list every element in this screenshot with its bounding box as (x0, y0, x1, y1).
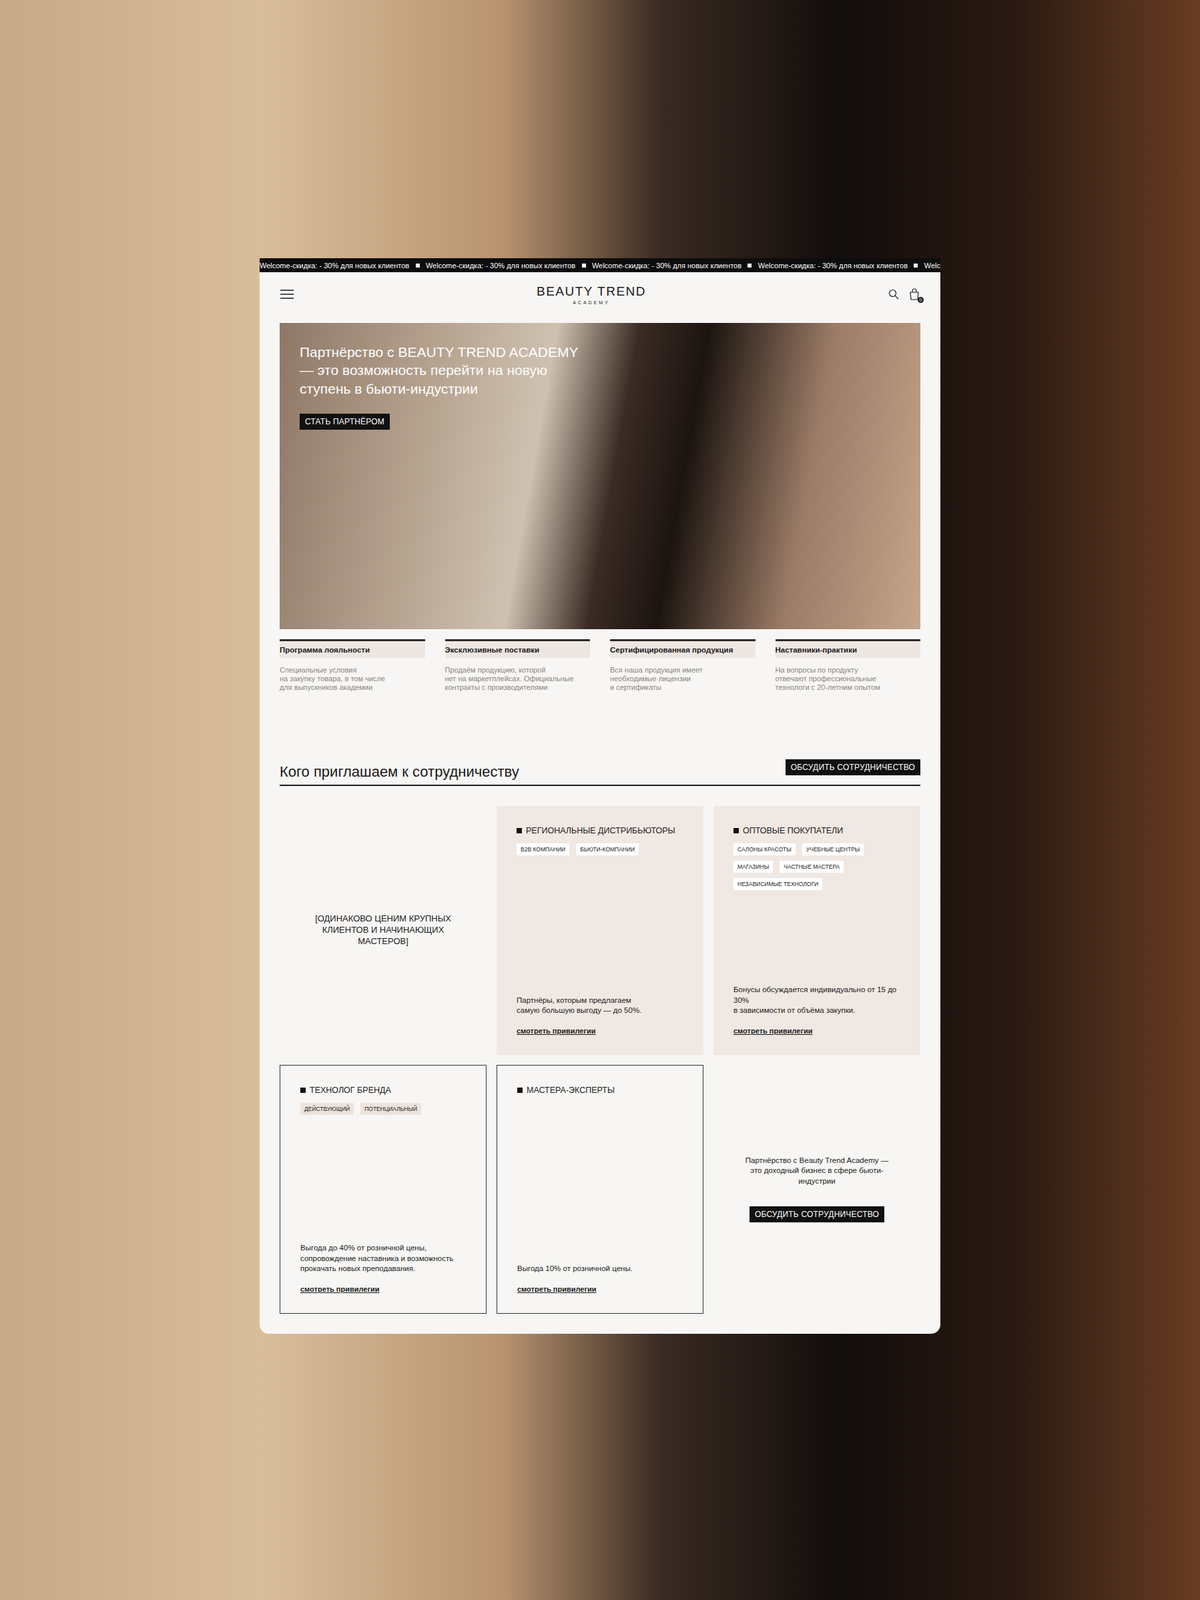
statement-text: [ОДИНАКОВО ЦЕНИМ КРУПНЫХ КЛИЕНТОВ И НАЧИ… (299, 913, 467, 948)
separator-square (747, 263, 752, 268)
tag: МАГАЗИНЫ (733, 860, 773, 873)
square-bullet-icon (300, 1087, 306, 1094)
site-header: BEAUTY TRENDACADEMY 0 (259, 272, 941, 317)
feature-item: Эксклюзивные поставки Продаём продукцию, … (445, 639, 591, 693)
promo-text: Welcome-скидка: - 30% для новых клиентов (591, 261, 742, 270)
separator-square (415, 263, 420, 268)
tag: БЬЮТИ-КОМПАНИИ (575, 843, 639, 856)
tag-list: САЛОНЫ КРАСОТЫ УЧЕБНЫЕ ЦЕНТРЫ МАГАЗИНЫ ЧАСТ… (733, 843, 901, 891)
spacer (733, 890, 901, 986)
search-icon[interactable] (888, 288, 899, 300)
partner-description: Бонусы обсуждается индивидуально от 15 д… (733, 985, 901, 1017)
partner-title: МАСТЕРА-ЭКСПЕРТЫ (517, 1085, 683, 1096)
privileges-link[interactable]: смотреть привилегии (516, 1027, 684, 1036)
hero-title: Партнёрство с BEAUTY TREND ACADEMY — это… (299, 343, 901, 398)
partner-title-text: ТЕХНОЛОГ БРЕНДА (309, 1085, 392, 1096)
promo-text: Welcome-скидка: - 30% для новых клиентов (425, 261, 576, 270)
partner-title-text: РЕГИОНАЛЬНЫЕ ДИСТРИБЬЮТОРЫ (525, 826, 676, 836)
tag: УЧЕБНЫЕ ЦЕНТРЫ (802, 843, 865, 856)
partner-title: РЕГИОНАЛЬНЫЕ ДИСТРИБЬЮТОРЫ (516, 826, 684, 836)
square-bullet-icon (517, 1087, 523, 1094)
features-row: Программа лояльности Специальные условия … (279, 639, 921, 693)
logo-subtext[interactable]: ACADEMY (572, 300, 611, 306)
tag-list: B2B КОМПАНИИ БЬЮТИ-КОМПАНИИ (516, 843, 684, 856)
section-title: Кого приглашаем к сотрудничеству (279, 763, 520, 781)
square-bullet-icon (733, 828, 739, 834)
logo-text[interactable]: BEAUTY TREND (536, 284, 647, 299)
tag: ДЕЙСТВУЮЩИЙ (300, 1103, 354, 1116)
promo-marquee: Welcome-скидка: - 30% для новых клиентов… (259, 258, 941, 273)
partner-description: Выгода 10% от розничной цены. (517, 1264, 683, 1275)
tag: САЛОНЫ КРАСОТЫ (733, 843, 796, 856)
cart-count: 0 (917, 296, 924, 304)
partner-card: Партнёрство с Beauty Trend Academy — это… (713, 1065, 921, 1315)
feature-title: Наставники-практики (775, 641, 922, 659)
promo-text: Welcome-скидка: - 30% для новых клиентов (259, 261, 410, 270)
header-actions: 0 (888, 288, 921, 301)
partner-description: Выгода до 40% от розничной цены, сопрово… (300, 1243, 466, 1275)
section-header: Кого приглашаем к сотрудничеству ОБСУДИТЬ… (279, 759, 921, 787)
partner-card: МАСТЕРА-ЭКСПЕРТЫ Выгода 10% от розничной … (496, 1065, 704, 1315)
square-bullet-icon (516, 828, 522, 834)
logo[interactable]: BEAUTY TRENDACADEMY (536, 284, 647, 306)
tag: НЕЗАВИСИМЫЕ ТЕХНОЛОГИ (733, 878, 823, 891)
partner-title-text: МАСТЕРА-ЭКСПЕРТЫ (526, 1085, 615, 1096)
become-partner-button[interactable]: СТАТЬ ПАРТНЁРОМ (299, 413, 390, 430)
partner-title: ОПТОВЫЕ ПОКУПАТЕЛИ (733, 826, 901, 836)
page: Welcome-скидка: - 30% для новых клиентов… (259, 258, 941, 1335)
tag: B2B КОМПАНИИ (516, 843, 570, 856)
feature-description: Специальные условия на закупку товара, в… (279, 666, 426, 693)
tag: ПОТЕНЦИАЛЬНЫЙ (360, 1103, 422, 1116)
feature-title: Сертифицированная продукция (610, 641, 756, 659)
promo-text: Welcome-скидка: - 30% для новых клиентов (758, 261, 908, 270)
feature-description: Вся наша продукция имеет необходимые лиц… (610, 666, 756, 693)
privileges-link[interactable]: смотреть привилегии (733, 1027, 901, 1036)
spacer (517, 1095, 683, 1265)
partner-description: Партнёры, которым предлагаем самую больш… (516, 995, 684, 1017)
spacer (300, 1115, 466, 1244)
feature-title: Эксклюзивные поставки (445, 641, 591, 659)
feature-description: На вопросы по продукту отвечают професси… (775, 666, 922, 693)
feature-item: Сертифицированная продукция Вся наша прод… (610, 639, 756, 693)
feature-item: Программа лояльности Специальные условия … (279, 639, 426, 693)
partner-card: РЕГИОНАЛЬНЫЕ ДИСТРИБЬЮТОРЫ B2B КОМПАНИИ БЬ… (496, 806, 704, 1056)
hero-banner: Партнёрство с BEAUTY TREND ACADEMY — это… (279, 323, 921, 630)
cta-text: Партнёрство с Beauty Trend Academy — это… (745, 1155, 889, 1188)
feature-title: Программа лояльности (279, 641, 426, 659)
discuss-cooperation-button[interactable]: ОБСУДИТЬ СОТРУДНИЧЕСТВО (785, 759, 921, 776)
tag-list: ДЕЙСТВУЮЩИЙ ПОТЕНЦИАЛЬНЫЙ (300, 1103, 466, 1116)
separator-square (581, 263, 586, 268)
tag: ЧАСТНЫЕ МАСТЕРА (779, 860, 844, 873)
spacer (516, 855, 684, 996)
privileges-link[interactable]: смотреть привилегии (300, 1285, 466, 1294)
partner-card: [ОДИНАКОВО ЦЕНИМ КРУПНЫХ КЛИЕНТОВ И НАЧИ… (279, 806, 487, 1056)
feature-item: Наставники-практики На вопросы по продукт… (775, 639, 922, 693)
feature-description: Продаём продукцию, которой нет на маркет… (445, 666, 591, 693)
partner-title-text: ОПТОВЫЕ ПОКУПАТЕЛИ (742, 826, 843, 836)
partners-grid: [ОДИНАКОВО ЦЕНИМ КРУПНЫХ КЛИЕНТОВ И НАЧИ… (279, 806, 921, 1315)
promo-text: Welc (924, 261, 941, 270)
menu-icon[interactable] (279, 288, 295, 300)
discuss-cooperation-button[interactable]: ОБСУДИТЬ СОТРУДНИЧЕСТВО (749, 1206, 885, 1223)
privileges-link[interactable]: смотреть привилегии (517, 1285, 683, 1294)
partner-card: ТЕХНОЛОГ БРЕНДА ДЕЙСТВУЮЩИЙ ПОТЕНЦИАЛЬНЫЙ В… (279, 1065, 487, 1315)
separator-square (913, 263, 918, 268)
cart-button[interactable]: 0 (908, 288, 921, 301)
partner-title: ТЕХНОЛОГ БРЕНДА (300, 1085, 466, 1096)
partner-card: ОПТОВЫЕ ПОКУПАТЕЛИ САЛОНЫ КРАСОТЫ УЧЕБНЫЕ … (713, 806, 921, 1056)
